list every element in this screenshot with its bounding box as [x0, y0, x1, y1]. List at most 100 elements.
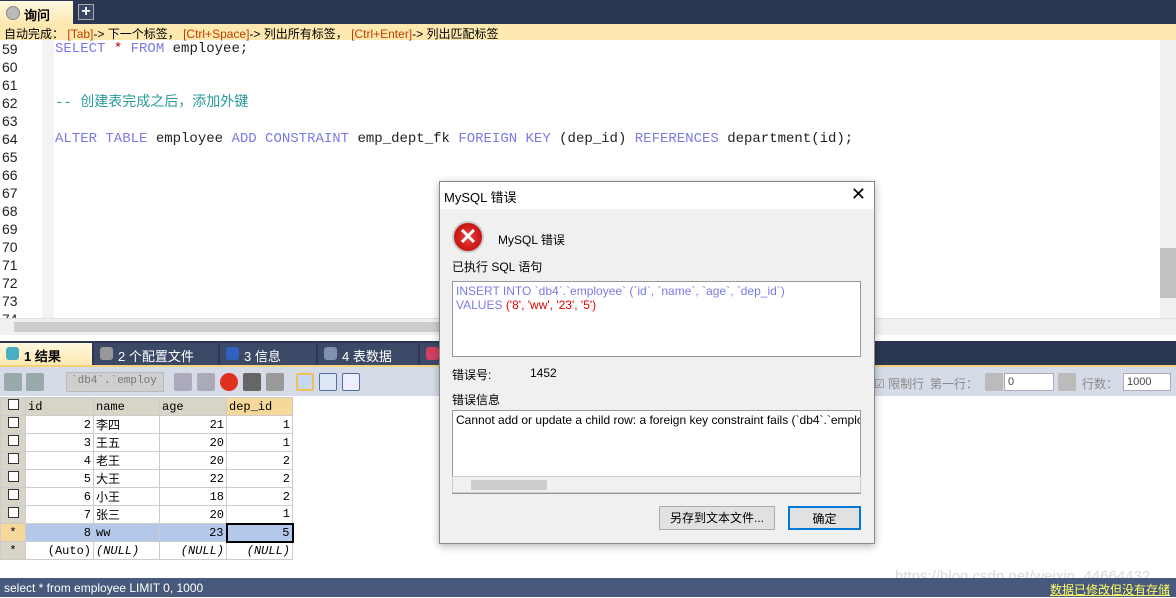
cell-dep_id[interactable]: 2	[226, 487, 293, 506]
scroll-thumb[interactable]	[471, 480, 547, 490]
cell-name[interactable]: 小王	[93, 487, 160, 506]
ok-button[interactable]: 确定	[788, 506, 861, 530]
cell-age[interactable]: 23	[159, 523, 227, 542]
query-tab-bar: 询问 +	[0, 0, 1176, 24]
column-header-age[interactable]: age	[159, 397, 227, 416]
cell-name[interactable]: 王五	[93, 433, 160, 452]
cell-age[interactable]: 18	[159, 487, 227, 506]
first-row-input[interactable]: 0	[1004, 373, 1054, 391]
rows-input[interactable]: 1000	[1123, 373, 1171, 391]
cell-id[interactable]: 3	[25, 433, 94, 452]
result-tab-1[interactable]: 1 结果	[0, 343, 92, 365]
mysql-error-dialog: MySQL 错误 ✕ ✕ MySQL 错误 已执行 SQL 语句 INSERT I…	[439, 181, 875, 544]
cell-name[interactable]: 大王	[93, 469, 160, 488]
result-tab-4[interactable]: 4 表数据	[318, 343, 418, 365]
column-header-id[interactable]: id	[25, 397, 94, 416]
cancel-icon[interactable]	[220, 373, 238, 391]
form-view-icon[interactable]	[319, 373, 337, 391]
cell-age[interactable]: (NULL)	[159, 541, 227, 560]
editor-horizontal-scroll-thumb[interactable]	[14, 322, 444, 332]
table-row[interactable]: 7 张三 20 1	[0, 505, 293, 524]
cell-id[interactable]: 2	[25, 415, 94, 434]
table-row[interactable]: 2 李四 21 1	[0, 415, 293, 434]
table-select[interactable]: `db4`.`employ	[66, 372, 164, 392]
cell-dep_id[interactable]: 1	[226, 505, 293, 524]
cell-dep_id[interactable]: 2	[226, 469, 293, 488]
sql-textbox[interactable]: INSERT INTO `db4`.`employee` (`id`, `nam…	[452, 281, 861, 357]
cell-name[interactable]: 老王	[93, 451, 160, 470]
cell-id[interactable]: 5	[25, 469, 94, 488]
cell-age[interactable]: 20	[159, 451, 227, 470]
cell-name[interactable]: 李四	[93, 415, 160, 434]
cell-dep_id[interactable]: 1	[226, 415, 293, 434]
cell-age[interactable]: 21	[159, 415, 227, 434]
table-row[interactable]: 5 大王 22 2	[0, 469, 293, 488]
result-tab-3[interactable]: 3 信息	[220, 343, 316, 365]
table-row[interactable]: 6 小王 18 2	[0, 487, 293, 506]
cell-id[interactable]: (Auto)	[25, 541, 94, 560]
save-to-file-button[interactable]: 另存到文本文件...	[659, 506, 775, 530]
select-all-checkbox[interactable]	[0, 397, 26, 416]
limit-rows-checkbox[interactable]: ☑ 限制行	[874, 375, 924, 392]
errmsg-horizontal-scrollbar[interactable]	[452, 476, 861, 493]
cell-dep_id[interactable]: 2	[226, 451, 293, 470]
cell-dep_id[interactable]: 1	[226, 433, 293, 452]
sql-values-keyword: VALUES	[456, 298, 503, 312]
info-icon	[226, 347, 239, 360]
next-page-icon[interactable]	[1058, 373, 1076, 391]
cell-id[interactable]: 6	[25, 487, 94, 506]
import-icon[interactable]	[26, 373, 44, 391]
cell-age[interactable]: 20	[159, 433, 227, 452]
prev-page-icon[interactable]	[985, 373, 1003, 391]
cell-dep_id[interactable]: 5	[225, 522, 294, 543]
profile-icon	[100, 347, 113, 360]
close-icon[interactable]: ✕	[851, 184, 866, 205]
new-row[interactable]: * (Auto) (NULL) (NULL) (NULL)	[0, 541, 293, 560]
line-number: 69	[2, 221, 18, 237]
tab-query[interactable]: 询问	[0, 1, 73, 24]
edited-row[interactable]: * 8 ww 23 5	[0, 522, 294, 543]
table-row[interactable]: 4 老王 20 2	[0, 451, 293, 470]
row-checkbox[interactable]	[0, 469, 26, 488]
column-header-name[interactable]: name	[93, 397, 160, 416]
result-tab-2[interactable]: 2 个配置文件	[94, 343, 218, 365]
code-token: (dep_id)	[559, 131, 635, 147]
row-checkbox[interactable]	[0, 451, 26, 470]
hint-text: -> 下一个标签，	[93, 27, 180, 41]
cell-name[interactable]: ww	[93, 523, 160, 542]
export-icon[interactable]	[4, 373, 22, 391]
editor-vertical-scroll-thumb[interactable]	[1160, 248, 1176, 298]
cell-age[interactable]: 22	[159, 469, 227, 488]
cell-id[interactable]: 7	[25, 505, 94, 524]
add-row-icon[interactable]	[174, 373, 192, 391]
hint-text: -> 列出所有标签，	[249, 27, 348, 41]
line-number: 67	[2, 185, 18, 201]
row-checkbox[interactable]	[0, 415, 26, 434]
cell-id[interactable]: 4	[25, 451, 94, 470]
autocomplete-hint: 自动完成： [Tab]-> 下一个标签， [Ctrl+Space]-> 列出所有…	[0, 24, 1176, 41]
table-row[interactable]: 3 王五 20 1	[0, 433, 293, 452]
code-token: emp_dept_fk	[357, 131, 459, 147]
cell-dep_id[interactable]: (NULL)	[226, 541, 293, 560]
row-checkbox[interactable]	[0, 505, 26, 524]
clear-icon[interactable]	[266, 373, 284, 391]
dialog-heading: MySQL 错误	[498, 233, 565, 247]
duplicate-row-icon[interactable]	[197, 373, 215, 391]
cell-name[interactable]: (NULL)	[93, 541, 160, 560]
code-token: ALTER TABLE	[55, 131, 156, 147]
cell-id[interactable]: 8	[25, 523, 94, 542]
cell-age[interactable]: 20	[159, 505, 227, 524]
column-header-dep_id[interactable]: dep_id	[226, 397, 293, 416]
delete-icon[interactable]	[243, 373, 261, 391]
result-grid: id name age dep_id 2 李四 21 1 3 王五 20 1 4 老王 20 2 5 大王 22 2 6…	[0, 397, 294, 560]
text-view-icon[interactable]	[342, 373, 360, 391]
unsaved-warning-link[interactable]: 数据已修改但没有存储	[1050, 581, 1170, 598]
code-text: -- 创建表完成之后，添加外键	[55, 94, 248, 112]
row-checkbox[interactable]	[0, 433, 26, 452]
row-checkbox[interactable]	[0, 487, 26, 506]
add-tab-button[interactable]: +	[78, 4, 94, 20]
grid-view-icon[interactable]	[296, 373, 314, 391]
cell-name[interactable]: 张三	[93, 505, 160, 524]
line-number: 70	[2, 239, 18, 255]
dialog-title-bar: MySQL 错误 ✕	[440, 182, 874, 209]
